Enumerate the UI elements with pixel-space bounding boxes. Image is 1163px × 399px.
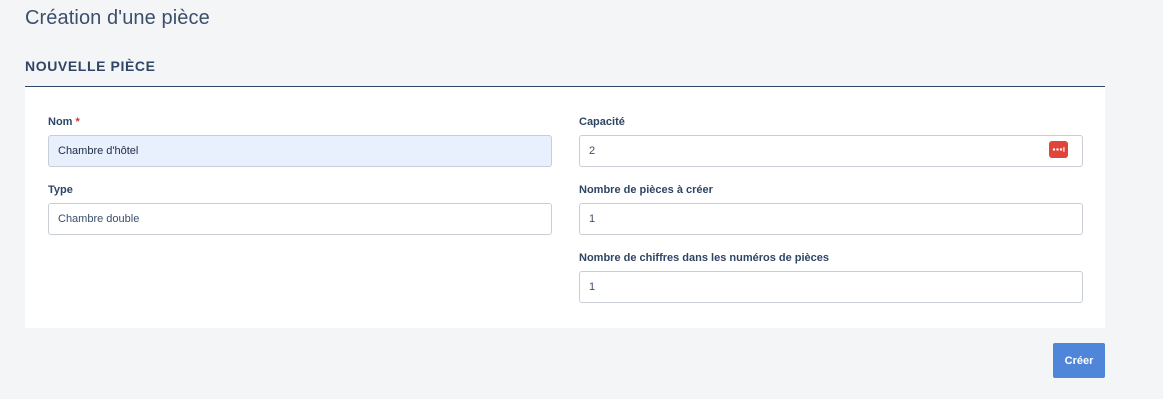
name-label-text: Nom (48, 116, 73, 128)
section-title: NOUVELLE PIÈCE (25, 58, 156, 74)
dots-icon (1052, 146, 1065, 153)
capacity-field-label: Capacité (579, 116, 625, 128)
type-field-label: Type (48, 184, 73, 196)
page-title: Création d'une pièce (25, 7, 210, 29)
rooms-to-create-label: Nombre de pièces à créer (579, 184, 713, 196)
create-button[interactable]: Créer (1053, 343, 1105, 378)
room-number-digits-label: Nombre de chiffres dans les numéros de p… (579, 252, 830, 264)
rooms-to-create-input[interactable] (579, 203, 1083, 235)
capacity-input[interactable] (579, 135, 1083, 167)
type-input[interactable] (48, 203, 552, 235)
required-marker: * (75, 116, 80, 128)
room-number-digits-input[interactable] (579, 271, 1083, 303)
name-input[interactable] (48, 135, 552, 167)
form-card: Nom* Type Capacité Nombre de pièces à cr… (25, 87, 1105, 328)
name-field-label: Nom * (48, 116, 80, 128)
capacity-stepper-button[interactable] (1049, 141, 1068, 158)
